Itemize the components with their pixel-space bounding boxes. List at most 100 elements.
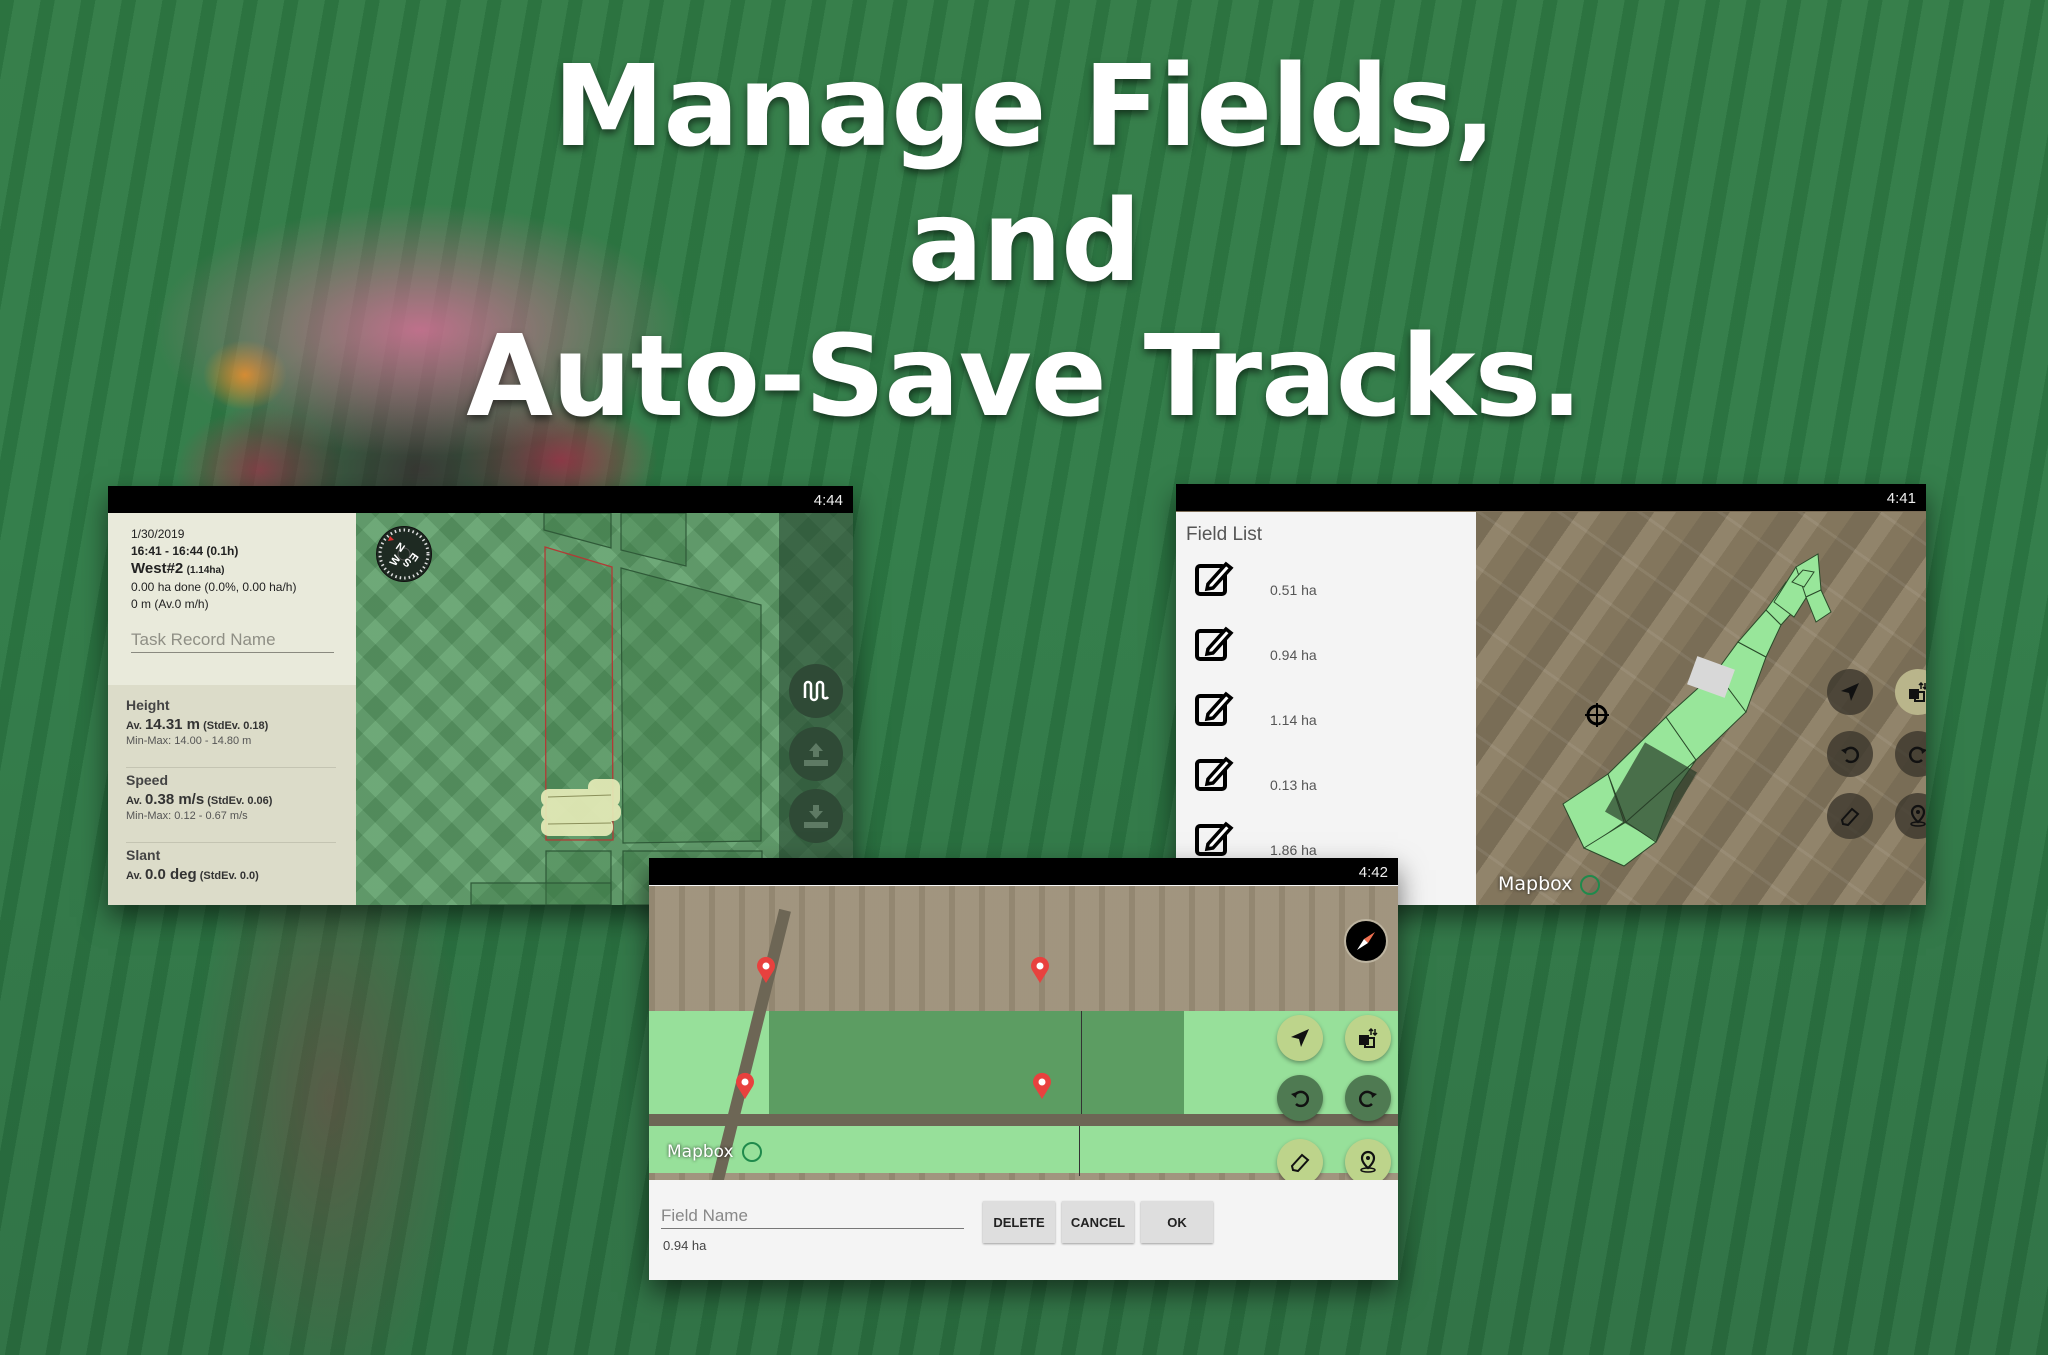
info-icon bbox=[1580, 874, 1601, 895]
field-list-screen: Field List 0.51 ha 0.94 ha 1.14 ha 0.13 … bbox=[1176, 484, 1926, 905]
field-area: 1.14 ha bbox=[1270, 712, 1317, 728]
cancel-button[interactable]: CANCEL bbox=[1062, 1201, 1134, 1243]
task-stats: Height Av. 14.31 m (StdEv. 0.18) Min-Max… bbox=[108, 685, 356, 905]
eraser-button[interactable] bbox=[1827, 793, 1873, 839]
status-bar: 4:44 bbox=[108, 486, 853, 513]
download-button[interactable] bbox=[789, 789, 843, 843]
navigate-button[interactable] bbox=[1827, 669, 1873, 715]
upload-icon bbox=[804, 743, 828, 766]
status-clock: 4:42 bbox=[1358, 864, 1388, 881]
task-time-range: 16:41 - 16:44 (0.1h) bbox=[131, 544, 239, 558]
redo-icon bbox=[1908, 746, 1926, 764]
stat-title: Height bbox=[126, 697, 170, 713]
location-pin-icon bbox=[1910, 804, 1926, 827]
mapbox-attribution[interactable]: Mapbox bbox=[1498, 873, 1601, 895]
info-icon bbox=[741, 1142, 762, 1162]
field-plot bbox=[620, 567, 762, 844]
stat-avg: 0.38 m/s bbox=[144, 791, 205, 808]
headline: Manage Fields, and Auto-Save Tracks. bbox=[0, 40, 2048, 445]
field-area: 1.86 ha bbox=[1270, 842, 1317, 858]
download-icon bbox=[804, 805, 828, 828]
vertex-pin-icon[interactable] bbox=[1029, 956, 1051, 984]
field-edit-screen: Mapbox Field Name 0.94 ha DELETE CANCEL … bbox=[649, 858, 1398, 1280]
status-bar: 4:41 bbox=[1176, 484, 1926, 511]
compass-button[interactable] bbox=[1344, 919, 1388, 963]
undo-icon bbox=[1841, 746, 1860, 764]
field-area: 0.13 ha bbox=[1270, 777, 1317, 793]
status-bar: 4:42 bbox=[649, 858, 1398, 885]
task-field-name: West#2 bbox=[131, 560, 184, 577]
vertex-pin-icon[interactable] bbox=[734, 1072, 756, 1100]
ok-button[interactable]: OK bbox=[1141, 1201, 1213, 1243]
field-name-input[interactable]: Field Name bbox=[661, 1206, 964, 1229]
status-clock: 4:41 bbox=[1886, 490, 1916, 507]
status-clock: 4:44 bbox=[813, 492, 843, 509]
delete-button[interactable]: DELETE bbox=[983, 1201, 1055, 1243]
task-date: 1/30/2019 bbox=[131, 527, 185, 541]
stat-height: Height Av. 14.31 m (StdEv. 0.18) Min-Max… bbox=[126, 697, 334, 747]
stat-stddev: (StdEv. 0.06) bbox=[207, 795, 273, 807]
edit-icon[interactable] bbox=[1194, 623, 1234, 663]
eraser-icon bbox=[1840, 807, 1860, 827]
map-controls-strip bbox=[779, 513, 853, 905]
stat-title: Speed bbox=[126, 772, 169, 788]
list-item[interactable]: 1.14 ha bbox=[1194, 688, 1454, 748]
eraser-icon bbox=[1290, 1153, 1310, 1173]
field-plot bbox=[470, 882, 612, 905]
mapbox-attribution[interactable]: Mapbox bbox=[667, 1142, 762, 1162]
edit-icon[interactable] bbox=[1194, 818, 1234, 858]
compass-icon bbox=[1357, 932, 1375, 950]
field-area: 0.94 ha bbox=[663, 1238, 707, 1253]
stat-title: Slant bbox=[126, 847, 161, 863]
wave-pattern-button[interactable] bbox=[789, 664, 843, 718]
field-area: 0.94 ha bbox=[1270, 647, 1317, 663]
field-edit-map[interactable]: Mapbox bbox=[649, 886, 1398, 1194]
field-list: Field List 0.51 ha 0.94 ha 1.14 ha 0.13 … bbox=[1176, 512, 1476, 905]
list-item[interactable]: 0.13 ha bbox=[1194, 753, 1454, 813]
stat-stddev: (StdEv. 0.0) bbox=[199, 870, 259, 882]
list-item[interactable]: 0.94 ha bbox=[1194, 623, 1454, 683]
navigate-icon bbox=[1291, 1029, 1309, 1047]
task-record-screen: N E S W 1/30/2019 16:41 - 16:44 (0.1h) W… bbox=[108, 486, 853, 905]
vertex-pin-icon[interactable] bbox=[755, 956, 777, 984]
headline-line-3: Auto-Save Tracks. bbox=[466, 312, 1583, 442]
edit-icon[interactable] bbox=[1194, 753, 1234, 793]
add-location-button[interactable] bbox=[1345, 1139, 1391, 1185]
eraser-button[interactable] bbox=[1277, 1139, 1323, 1185]
undo-button[interactable] bbox=[1827, 731, 1873, 777]
task-record-name-input[interactable]: Task Record Name bbox=[131, 630, 334, 653]
vertex-pin-icon[interactable] bbox=[1031, 1072, 1053, 1100]
list-item[interactable]: 0.51 ha bbox=[1194, 558, 1454, 618]
field-edit-form: Field Name 0.94 ha DELETE CANCEL OK bbox=[649, 1180, 1398, 1280]
task-summary: 1/30/2019 16:41 - 16:44 (0.1h) West#2 (1… bbox=[131, 526, 296, 613]
edit-icon[interactable] bbox=[1194, 558, 1234, 598]
field-area: 0.51 ha bbox=[1270, 582, 1317, 598]
divider bbox=[126, 842, 336, 843]
undo-button[interactable] bbox=[1277, 1075, 1323, 1121]
field-border bbox=[1081, 1011, 1082, 1114]
headline-line-2: and bbox=[907, 177, 1141, 307]
stat-avg: 0.0 deg bbox=[144, 866, 197, 883]
compass-n: N bbox=[393, 541, 406, 555]
divider bbox=[126, 767, 336, 768]
field-polygon bbox=[1805, 589, 1832, 623]
navigate-button[interactable] bbox=[1277, 1015, 1323, 1061]
edit-icon[interactable] bbox=[1194, 688, 1234, 728]
upload-button[interactable] bbox=[789, 727, 843, 781]
swap-layers-button[interactable] bbox=[1345, 1015, 1391, 1061]
satellite-map[interactable]: Mapbox bbox=[1476, 512, 1926, 905]
task-field-area: (1.14ha) bbox=[186, 565, 225, 576]
navigate-icon bbox=[1841, 683, 1859, 701]
swap-layers-icon bbox=[1359, 1027, 1378, 1048]
task-info-sidebar: 1/30/2019 16:41 - 16:44 (0.1h) West#2 (1… bbox=[108, 513, 356, 905]
redo-icon bbox=[1358, 1090, 1377, 1108]
compass-icon[interactable]: N E S W bbox=[376, 526, 432, 582]
field-plot bbox=[543, 513, 612, 549]
stat-slant: Slant Av. 0.0 deg (StdEv. 0.0) bbox=[126, 847, 334, 883]
stat-minmax: Min-Max: 14.00 - 14.80 m bbox=[126, 735, 252, 747]
redo-button[interactable] bbox=[1345, 1075, 1391, 1121]
undo-icon bbox=[1291, 1090, 1310, 1108]
stat-avg: 14.31 m bbox=[144, 716, 201, 733]
selected-field[interactable] bbox=[769, 1011, 1184, 1114]
location-pin-icon bbox=[1360, 1150, 1376, 1173]
